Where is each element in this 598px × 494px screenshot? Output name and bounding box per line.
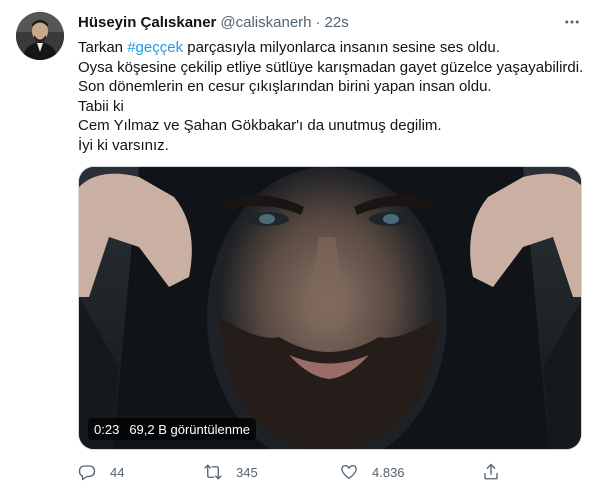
heart-icon [341, 464, 357, 480]
separator-dot: · [315, 13, 321, 31]
share-button[interactable] [482, 460, 500, 484]
hashtag-link[interactable]: #geççek [127, 39, 183, 56]
tweet-text-line: Son dönemlerin en cesur çıkışlarından bi… [78, 78, 492, 96]
more-button[interactable] [560, 10, 584, 34]
reply-icon [78, 465, 96, 481]
author-name[interactable]: Hüseyin Çalıskaner [78, 14, 216, 31]
retweet-icon [204, 464, 222, 480]
more-icon [565, 20, 579, 24]
avatar-image [16, 12, 64, 60]
video-view-count: 69,2 B görüntülenme [129, 421, 251, 437]
tweet-actions: 44 345 4.836 [78, 460, 582, 484]
video-thumbnail [79, 167, 581, 449]
tweet-text-line: Tabii ki [78, 97, 124, 115]
reply-count: 44 [110, 464, 125, 480]
tweet-header: Hüseyin Çalıskaner @caliskanerh · 22s [78, 12, 349, 32]
tweet-text: Tarkan #geççek parçasıyla milyonlarca in… [78, 38, 588, 156]
retweet-count: 345 [236, 464, 258, 480]
tweet-text-line: Tarkan #geççek parçasıyla milyonlarca in… [78, 39, 500, 56]
tweet-text-line: Cem Yılmaz ve Şahan Gökbakar'ı da unutmu… [78, 117, 442, 135]
tweet-timestamp[interactable]: 22s [325, 14, 349, 31]
like-button[interactable]: 4.836 [340, 460, 405, 484]
retweet-button[interactable]: 345 [204, 460, 258, 484]
like-count: 4.836 [372, 464, 405, 480]
video-player[interactable] [78, 166, 582, 450]
tweet-text-line: Oysa köşesine çekilip etliye sütlüye kar… [78, 58, 584, 76]
share-icon [484, 463, 498, 480]
avatar[interactable] [16, 12, 64, 60]
author-handle[interactable]: @caliskanerh [220, 14, 311, 31]
tweet-text-line: İyi ki varsınız. [78, 136, 169, 154]
video-duration: 0:23 [94, 421, 120, 437]
video-info-badge: 0:23 69,2 B görüntülenme [88, 418, 257, 440]
tweet[interactable]: Hüseyin Çalıskaner @caliskanerh · 22s Ta… [0, 0, 598, 494]
reply-button[interactable]: 44 [78, 460, 124, 484]
